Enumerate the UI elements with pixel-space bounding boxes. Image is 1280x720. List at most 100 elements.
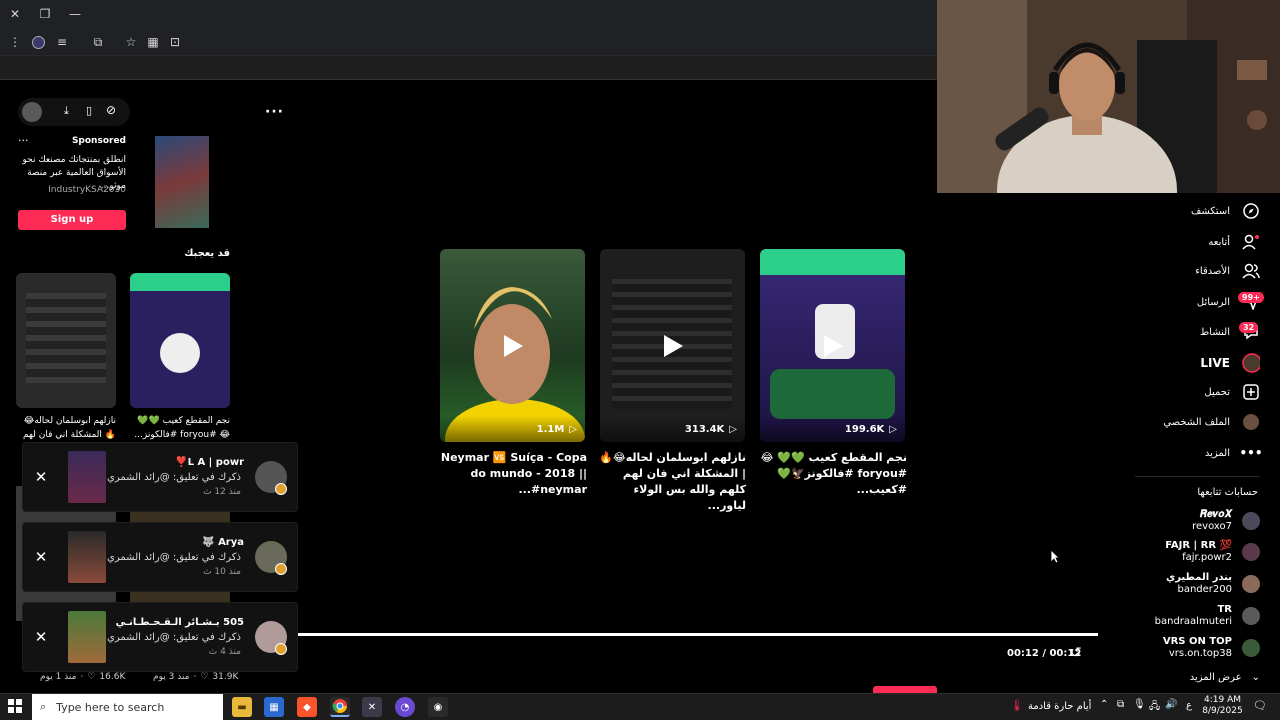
play-icon[interactable] xyxy=(501,333,525,359)
taskbar-search[interactable]: ⌕ Type here to search xyxy=(32,694,223,720)
grid-likes: 31.9K xyxy=(212,672,239,682)
badge-icon xyxy=(275,563,287,575)
profile-icon[interactable] xyxy=(27,31,49,53)
download-icon[interactable]: ⤓ xyxy=(64,104,69,118)
store-icon[interactable]: ▦ xyxy=(264,697,284,717)
account-avatar xyxy=(1242,512,1260,530)
language-indicator[interactable]: ع xyxy=(1186,700,1192,711)
video-caption[interactable]: نجم المقطع كعيب 💚💚 😂 #foryou #فالكونز🦅💚 … xyxy=(757,450,907,498)
close-icon[interactable]: ✕ xyxy=(33,549,49,565)
video-caption[interactable]: نازلهم ابوسلمان لحاله😂🔥 | المشكلة اني فا… xyxy=(596,450,746,514)
grid-stats: منذ 3 يوم · ♡ 31.9K xyxy=(153,672,239,682)
ad-menu-icon[interactable]: ··· xyxy=(18,134,29,147)
tray-chevron-icon[interactable]: ⌃ xyxy=(1100,699,1108,710)
bookmark-star-icon[interactable]: ☆ xyxy=(120,31,142,53)
volume-icon[interactable]: 🔊 xyxy=(1165,699,1177,710)
account-handle: bander200 xyxy=(1177,584,1232,595)
profile-avatar-icon xyxy=(1242,413,1260,431)
nav-label: LIVE xyxy=(1200,356,1230,370)
search-icon: ⌕ xyxy=(40,700,47,713)
suggested-caption: نجم المقطع كعيب 💚💚 😂 #foryou #فالكونز... xyxy=(134,416,230,440)
nav-upload[interactable]: تحميل xyxy=(1204,383,1260,401)
grid-likes: 16.6K xyxy=(99,672,126,682)
badge-icon xyxy=(275,643,287,655)
microphone-icon[interactable]: 🎙 xyxy=(1133,699,1146,710)
tray-apps-icon[interactable]: ⧉ xyxy=(1117,699,1124,710)
video-card[interactable]: 1.1M ▷ xyxy=(440,249,585,442)
restore-window-icon[interactable]: ❐ xyxy=(34,3,56,25)
video-progress-bar[interactable] xyxy=(298,633,1098,636)
following-heading: حسابات تتابعها xyxy=(1197,487,1258,498)
browser-titlebar: ✕ ❐ — xyxy=(0,0,937,28)
webcam-overlay xyxy=(937,0,1280,193)
notification-thumb xyxy=(68,531,106,583)
follow-button-partial[interactable] xyxy=(873,686,937,693)
windows-start-icon[interactable] xyxy=(8,699,22,713)
messages-badge: 99+ xyxy=(1238,292,1264,303)
suggested-video-thumb[interactable] xyxy=(130,273,230,408)
notification-thumb xyxy=(68,611,106,663)
chrome-icon[interactable] xyxy=(330,697,350,717)
nav-profile[interactable]: الملف الشخصي xyxy=(1163,413,1260,431)
play-icon[interactable] xyxy=(661,333,685,359)
tab-groups-icon[interactable]: ▦ xyxy=(142,31,164,53)
followed-account[interactable]: بندر المطيري bander200 xyxy=(1166,572,1260,596)
account-name: TR xyxy=(1217,604,1232,615)
followed-account[interactable]: VRS ON TOP vrs.on.top38 xyxy=(1163,636,1260,660)
extensions-icon[interactable]: ⧉ xyxy=(87,31,109,53)
play-icon[interactable] xyxy=(821,333,845,359)
device-icon[interactable]: ▯ xyxy=(86,104,92,117)
replay-icon[interactable]: ↺ xyxy=(1070,645,1082,661)
minimize-window-icon[interactable]: — xyxy=(64,3,86,25)
nav-explore[interactable]: استكشف xyxy=(1191,202,1260,220)
nav-friends[interactable]: الأصدقاء xyxy=(1195,262,1260,280)
upload-plus-icon xyxy=(1242,383,1260,401)
mention-notification[interactable]: ✕ L A | powr❣️ ذكرك في تعليق: @رائد الشم… xyxy=(22,442,298,512)
discord-icon[interactable]: ◔ xyxy=(395,697,415,717)
video-card[interactable]: 313.4K ▷ xyxy=(600,249,745,442)
more-options-icon[interactable]: ··· xyxy=(265,104,284,120)
nav-live[interactable]: LIVE xyxy=(1200,353,1260,373)
user-avatar[interactable] xyxy=(22,102,42,122)
close-window-icon[interactable]: ✕ xyxy=(4,3,26,25)
mention-notification[interactable]: ✕ 505 بـشـائر الـقـحـطـانـي ذكرك في تعلي… xyxy=(22,602,298,672)
nav-following[interactable]: أتابعه xyxy=(1208,233,1260,251)
menu-dots-icon[interactable]: ⋮ xyxy=(4,31,26,53)
close-icon[interactable]: ✕ xyxy=(33,629,49,645)
mention-notification[interactable]: ✕ Arya 🐺 ذكرك في تعليق: @رائد الشمري منذ… xyxy=(22,522,298,592)
video-caption[interactable]: Neymar 🆚 Suíça - Copa do mundo - 2018 ||… xyxy=(437,450,587,498)
network-icon[interactable]: 🖧 xyxy=(1149,699,1160,716)
compass-icon[interactable]: ⊘ xyxy=(106,103,116,117)
notification-center-icon[interactable]: 🗨 xyxy=(1253,699,1267,712)
followed-account[interactable]: FAJR | RR 💯 fajr.powr2 xyxy=(1165,540,1260,564)
reading-list-icon[interactable]: ⊡ xyxy=(164,31,186,53)
clock-time: 4:19 AM xyxy=(1204,695,1241,705)
tweet-screenshot xyxy=(26,293,106,383)
sign-up-button[interactable]: Sign up xyxy=(18,210,126,230)
ad-thumbnail xyxy=(155,136,209,228)
brave-browser-icon[interactable]: ◆ xyxy=(297,697,317,717)
followed-account[interactable]: 𝑹𝒆𝒗𝒐𝑿 revoxo7 xyxy=(1192,509,1260,533)
account-name: FAJR | RR 💯 xyxy=(1165,540,1232,551)
followed-account[interactable]: TR bandraalmuteri xyxy=(1155,604,1260,628)
nav-label: أتابعه xyxy=(1208,236,1230,248)
view-count: 1.1M xyxy=(536,423,565,435)
taskbar-clock[interactable]: 4:19 AM 8/9/2025 xyxy=(1200,695,1245,717)
nav-label: المزيد xyxy=(1204,447,1230,459)
see-more-link[interactable]: عرض المزيد ⌄ xyxy=(1190,672,1260,683)
notification-text: ذكرك في تعليق: @رائد الشمري xyxy=(107,632,241,643)
browser-info-strip xyxy=(0,56,937,80)
suggested-video-thumb[interactable] xyxy=(16,273,116,408)
xbox-icon[interactable]: ✕ xyxy=(362,697,382,717)
close-icon[interactable]: ✕ xyxy=(33,469,49,485)
play-small-icon: ▷ xyxy=(889,423,897,435)
obs-icon[interactable]: ◉ xyxy=(428,697,448,717)
video-card[interactable]: 199.6K ▷ xyxy=(760,249,905,442)
nav-more[interactable]: المزيد ••• xyxy=(1204,444,1263,462)
file-explorer-icon[interactable]: ▬ xyxy=(232,697,252,717)
playlist-icon[interactable]: ≡ xyxy=(51,31,73,53)
weather-text[interactable]: أيام حارة قادمة xyxy=(1028,701,1091,712)
heart-icon: ♡ xyxy=(87,672,96,682)
activity-badge: 32 xyxy=(1239,322,1259,333)
search-placeholder: Type here to search xyxy=(56,700,165,714)
